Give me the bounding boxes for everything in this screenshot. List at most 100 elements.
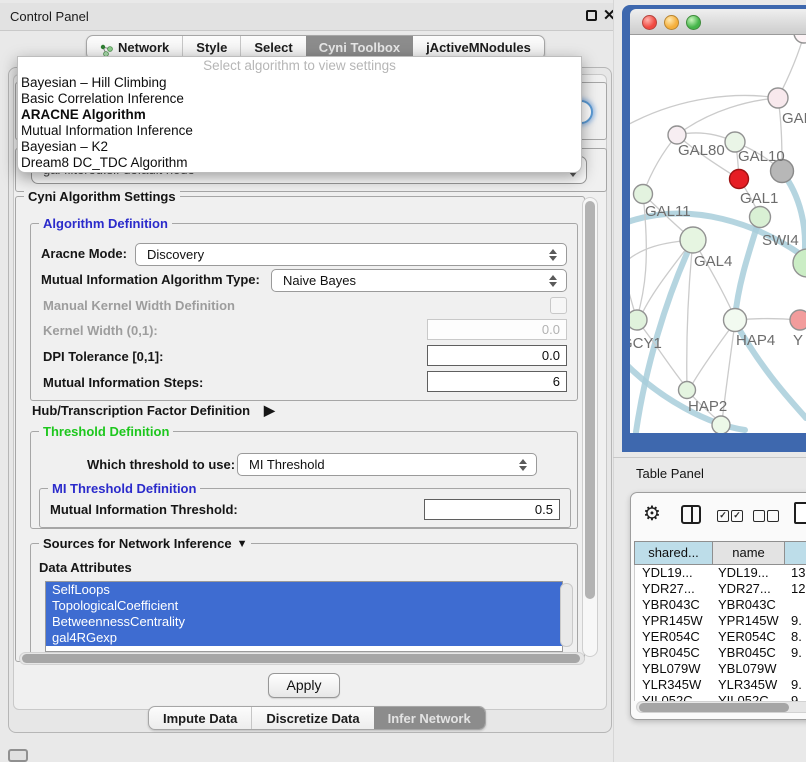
- kernel-width-label: Kernel Width (0,1):: [43, 323, 158, 338]
- float-panel-icon[interactable]: [586, 10, 597, 21]
- network-canvas[interactable]: GALGAL80GAL10GAL1GAL11SWI4GAL4GCY1HAP4YH…: [630, 35, 806, 433]
- kernel-width-input[interactable]: 0.0: [427, 319, 567, 340]
- mi-steps-input[interactable]: 6: [427, 371, 567, 392]
- gear-icon[interactable]: ⚙: [643, 501, 661, 526]
- settings-vertical-scrollbar-thumb[interactable]: [585, 201, 595, 599]
- network-window-titlebar[interactable]: [630, 9, 806, 35]
- table-row[interactable]: YDR27... YDR27... 12: [635, 581, 806, 597]
- table-row[interactable]: YDL19... YDL19... 13: [635, 565, 806, 581]
- graph-node-hap4[interactable]: [724, 309, 747, 332]
- mi-threshold-label: Mutual Information Threshold:: [50, 502, 238, 517]
- network-canvas-svg: GALGAL80GAL10GAL1GAL11SWI4GAL4GCY1HAP4YH…: [630, 35, 806, 433]
- table-row[interactable]: YPR145W YPR145W 9.: [635, 613, 806, 629]
- tab-impute-data[interactable]: Impute Data: [149, 707, 251, 729]
- column-header-name[interactable]: name: [713, 542, 785, 564]
- mi-threshold-input[interactable]: 0.5: [424, 499, 560, 520]
- graph-node-red[interactable]: [730, 170, 749, 189]
- tab-discretize-data[interactable]: Discretize Data: [251, 707, 373, 729]
- table-row[interactable]: YBL079W YBL079W: [635, 661, 806, 677]
- expand-arrow-icon[interactable]: ▶: [264, 402, 275, 419]
- mi-steps-label: Mutual Information Steps:: [43, 375, 203, 390]
- graph-node-swi4[interactable]: [750, 207, 771, 228]
- list-item[interactable]: SelfLoops: [46, 582, 562, 598]
- aracne-mode-combobox[interactable]: Discovery: [135, 243, 567, 266]
- list-item[interactable]: gal4RGexp: [46, 630, 562, 646]
- window-zoom-icon[interactable]: [686, 15, 701, 30]
- settings-horizontal-scrollbar[interactable]: [19, 652, 585, 665]
- table-row[interactable]: YLR345W YLR345W 9.: [635, 677, 806, 693]
- table-row[interactable]: YIL052C YIL052C 9.: [635, 693, 806, 701]
- graph-edge: [735, 217, 760, 318]
- list-item[interactable]: TopologicalCoefficient: [46, 598, 562, 614]
- network-icon: [100, 41, 113, 54]
- table-row[interactable]: YBR045C YBR045C 9.: [635, 645, 806, 661]
- graph-node-label: SWI4: [762, 232, 799, 249]
- apply-button[interactable]: Apply: [268, 673, 340, 698]
- graph-node-gcy1[interactable]: [630, 310, 647, 330]
- algorithm-popup-item[interactable]: Mutual Information Inference: [18, 123, 581, 139]
- combo-arrows-icon: [519, 458, 528, 472]
- table-file-icon[interactable]: [794, 502, 806, 524]
- combo-arrows-icon: [549, 248, 558, 262]
- algorithm-popup-item[interactable]: Basic Correlation Inference: [18, 91, 581, 107]
- settings-horizontal-scrollbar-thumb[interactable]: [22, 654, 580, 663]
- table-row[interactable]: YBR043C YBR043C: [635, 597, 806, 613]
- graph-node-gal4[interactable]: [680, 227, 706, 253]
- window-minimize-icon[interactable]: [664, 15, 679, 30]
- aracne-mode-label: Aracne Mode:: [41, 246, 127, 261]
- settings-vertical-scrollbar[interactable]: [582, 197, 598, 657]
- which-threshold-combobox[interactable]: MI Threshold: [237, 453, 537, 476]
- columns-icon[interactable]: [681, 505, 701, 524]
- table-panel-title: Table Panel: [636, 466, 704, 481]
- graph-node-label: GAL: [782, 110, 806, 127]
- graph-node-salmon[interactable]: [790, 310, 806, 330]
- algorithm-popup-item[interactable]: Bayesian – K2: [18, 139, 581, 155]
- list-item[interactable]: BetweennessCentrality: [46, 614, 562, 630]
- table-horizontal-scrollbar-thumb[interactable]: [639, 703, 789, 712]
- mi-algorithm-type-combobox[interactable]: Naive Bayes: [271, 269, 567, 292]
- algorithm-popup-placeholder: Select algorithm to view settings: [18, 57, 581, 75]
- table-header-row: shared... name: [634, 541, 806, 565]
- graph-node-hap2[interactable]: [679, 382, 696, 399]
- table-row[interactable]: YER054C YER054C 8.: [635, 629, 806, 645]
- data-attributes-list[interactable]: SelfLoopsTopologicalCoefficientBetweenne…: [45, 581, 563, 652]
- mi-algorithm-type-label: Mutual Information Algorithm Type:: [41, 272, 260, 287]
- algorithm-definition-title: Algorithm Definition: [39, 216, 172, 231]
- mi-threshold-definition-title: MI Threshold Definition: [48, 481, 200, 496]
- deselect-all-icon[interactable]: [753, 510, 779, 521]
- column-header-shared[interactable]: shared...: [635, 542, 713, 564]
- graph-node-label: HAP2: [688, 398, 727, 415]
- algorithm-popup-item[interactable]: Bayesian – Hill Climbing: [18, 75, 581, 91]
- graph-node-label: GAL11: [645, 203, 691, 220]
- combo-arrows-icon: [549, 274, 558, 288]
- table-horizontal-scrollbar[interactable]: [636, 701, 806, 713]
- floating-panel-icon[interactable]: [8, 749, 28, 762]
- table-panel-window: ⚙ ✓ ✓ shared... name YDL19... YDL19... 1…: [630, 492, 806, 720]
- select-all-icon[interactable]: ✓ ✓: [717, 510, 743, 521]
- table-body: YDL19... YDL19... 13 YDR27... YDR27... 1…: [634, 565, 806, 701]
- graph-edge: [690, 322, 735, 388]
- graph-node-top-partial[interactable]: [794, 35, 806, 43]
- graph-node-label: GCY1: [630, 335, 662, 352]
- hub-definition-label: Hub/Transcription Factor Definition: [32, 403, 250, 418]
- graph-node-bottom[interactable]: [712, 416, 730, 433]
- graph-node-pink-upper[interactable]: [768, 88, 788, 108]
- algorithm-popup-item[interactable]: Dream8 DC_TDC Algorithm: [18, 155, 581, 171]
- graph-node-label: GAL80: [678, 142, 725, 159]
- column-header-third[interactable]: [785, 542, 806, 564]
- graph-node-gal11[interactable]: [634, 185, 653, 204]
- manual-kernel-width-checkbox[interactable]: [550, 297, 567, 314]
- algorithm-dropdown-popup: Select algorithm to view settings Bayesi…: [17, 56, 582, 173]
- tab-infer-network[interactable]: Infer Network: [374, 707, 485, 729]
- threshold-definition-group: Threshold Definition Which threshold to …: [30, 431, 578, 529]
- collapse-arrow-icon[interactable]: ▼: [237, 538, 248, 550]
- control-panel-title: Control Panel: [10, 9, 89, 24]
- settings-group-title: Cyni Algorithm Settings: [24, 189, 180, 204]
- algorithm-popup-item[interactable]: ARACNE Algorithm: [18, 107, 581, 123]
- graph-node-label: GAL10: [738, 148, 785, 165]
- sources-group-title: Sources for Network Inference: [43, 536, 232, 551]
- network-view-window[interactable]: GALGAL80GAL10GAL1GAL11SWI4GAL4GCY1HAP4YH…: [622, 5, 806, 452]
- attribute-list-scrollbar[interactable]: [560, 583, 573, 647]
- dpi-tolerance-input[interactable]: 0.0: [427, 345, 567, 366]
- window-close-icon[interactable]: [642, 15, 657, 30]
